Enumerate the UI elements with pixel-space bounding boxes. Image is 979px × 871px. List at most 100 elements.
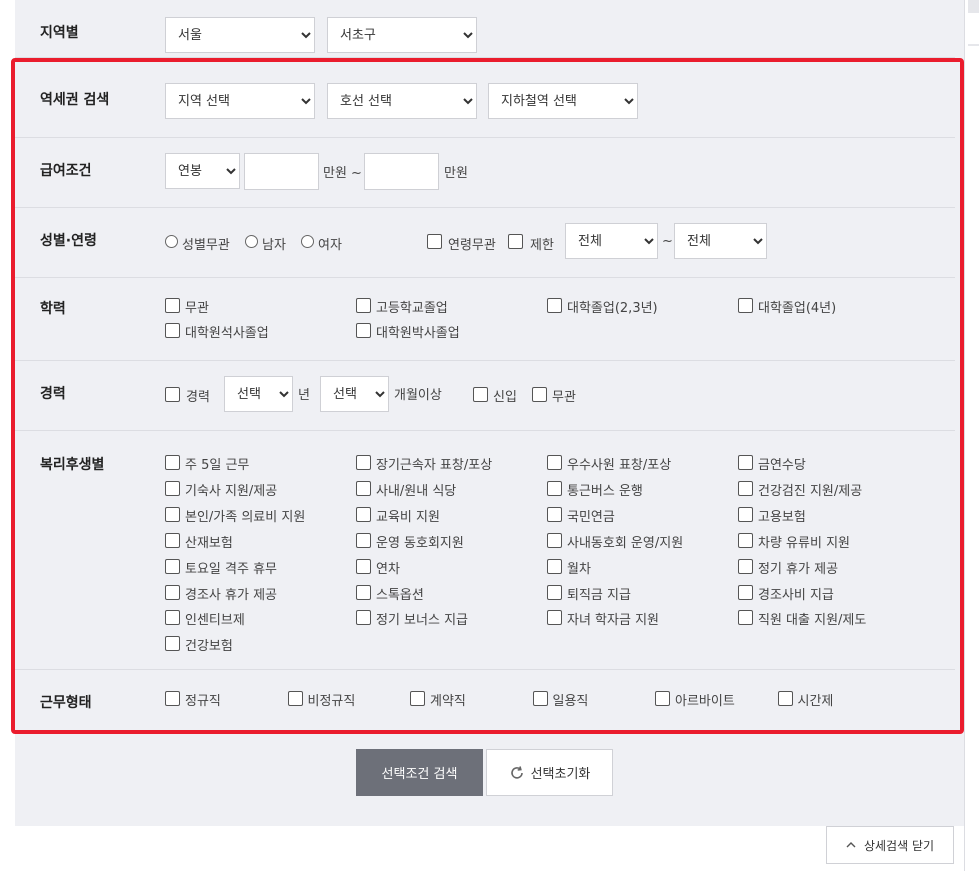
district-select[interactable]: 서초구 <box>327 17 477 53</box>
welfare-checkbox[interactable] <box>165 584 180 600</box>
welfare-option-label: 본인/가족 의료비 지원 <box>185 509 306 525</box>
edu-doctor-checkbox[interactable] <box>356 323 371 338</box>
welfare-checkbox[interactable] <box>738 610 753 626</box>
welfare-checkbox[interactable] <box>738 480 753 496</box>
welfare-checkbox[interactable] <box>738 455 753 470</box>
age-limit-label: 제한 <box>530 238 554 253</box>
refresh-icon <box>510 765 523 779</box>
edu-any-label: 무관 <box>185 301 209 316</box>
station-region-select[interactable]: 지역 선택 <box>165 83 315 119</box>
welfare-option-label: 경조사비 지급 <box>758 587 834 603</box>
welfare-checkbox[interactable] <box>547 480 562 496</box>
welfare-option-label: 사내동호회 운영/지원 <box>567 535 684 551</box>
station-label: 역세권 검색 <box>40 92 110 108</box>
welfare-checkbox[interactable] <box>356 558 371 574</box>
welfare-option-label: 고용보험 <box>758 509 806 525</box>
welfare-checkbox[interactable] <box>356 480 371 496</box>
work-type-checkbox[interactable] <box>532 691 548 706</box>
search-button[interactable]: 선택조건 검색 <box>356 749 483 796</box>
chevron-up-icon <box>846 842 856 848</box>
welfare-checkbox[interactable] <box>547 506 562 522</box>
work-type-option-label: 시간제 <box>797 694 834 709</box>
age-to-select[interactable]: 전체 <box>674 223 767 259</box>
welfare-checkbox[interactable] <box>547 455 562 470</box>
edu-master-checkbox[interactable] <box>165 323 180 338</box>
career-months-select[interactable]: 선택 <box>320 376 389 412</box>
welfare-checkbox[interactable] <box>165 558 180 574</box>
close-detail-search-button[interactable]: 상세검색 닫기 <box>826 826 954 864</box>
welfare-option-label: 차량 유류비 지원 <box>758 535 850 551</box>
welfare-option-label: 운영 동호회지원 <box>376 535 464 551</box>
salary-min-input[interactable] <box>244 153 319 190</box>
welfare-option-label: 건강보험 <box>185 639 233 655</box>
newbie-checkbox[interactable] <box>473 387 488 402</box>
career-years-select[interactable]: 선택 <box>224 376 293 412</box>
welfare-checkbox[interactable] <box>547 610 562 626</box>
welfare-checkbox[interactable] <box>738 506 753 522</box>
welfare-checkbox[interactable] <box>738 558 753 574</box>
edge-fragment <box>968 44 979 46</box>
welfare-checkbox[interactable] <box>165 455 180 470</box>
work-type-label: 근무형태 <box>40 695 92 711</box>
work-type-checkbox[interactable] <box>655 691 670 706</box>
salary-unit-from: 만원 ~ <box>323 166 362 181</box>
newbie-label: 신입 <box>493 390 517 405</box>
welfare-checkbox[interactable] <box>547 584 562 600</box>
education-row: 학력 <box>15 278 955 361</box>
career-check-label: 경력 <box>186 390 210 405</box>
scroll-divider <box>964 0 965 871</box>
subway-line-select[interactable]: 호선 선택 <box>327 83 477 119</box>
career-checkbox[interactable] <box>165 387 180 402</box>
edu-highschool-checkbox[interactable] <box>356 298 371 313</box>
gender-male-label: 남자 <box>262 238 286 253</box>
work-type-checkbox[interactable] <box>777 691 793 706</box>
welfare-checkbox[interactable] <box>165 480 180 496</box>
welfare-checkbox[interactable] <box>738 532 753 548</box>
welfare-checkbox[interactable] <box>356 455 371 470</box>
gender-male-radio[interactable] <box>245 235 258 248</box>
welfare-option-label: 산재보험 <box>185 535 233 551</box>
welfare-option-label: 통근버스 운행 <box>567 483 643 499</box>
welfare-option-label: 인센티브제 <box>185 613 245 629</box>
subway-station-select[interactable]: 지하철역 선택 <box>488 83 638 119</box>
edu-doctor-label: 대학원박사졸업 <box>376 326 460 341</box>
welfare-checkbox[interactable] <box>356 506 371 522</box>
work-type-checkbox[interactable] <box>410 691 425 706</box>
welfare-option-label: 토요일 격주 휴무 <box>185 561 277 577</box>
salary-max-input[interactable] <box>364 153 439 190</box>
welfare-checkbox[interactable] <box>356 610 371 626</box>
age-limit-checkbox[interactable] <box>508 234 523 249</box>
career-any-checkbox[interactable] <box>532 387 547 402</box>
welfare-checkbox[interactable] <box>547 532 562 548</box>
welfare-checkbox[interactable] <box>356 532 371 548</box>
reset-button[interactable]: 선택초기화 <box>486 749 613 796</box>
region-row: 지역별 <box>15 0 955 58</box>
work-type-checkbox[interactable] <box>287 691 303 706</box>
welfare-checkbox[interactable] <box>165 610 180 626</box>
welfare-option-label: 연차 <box>376 561 400 577</box>
welfare-checkbox[interactable] <box>165 532 180 548</box>
edu-university-checkbox[interactable] <box>738 298 753 313</box>
edu-college-checkbox[interactable] <box>547 298 562 313</box>
welfare-checkbox[interactable] <box>165 506 180 522</box>
age-any-checkbox[interactable] <box>427 234 442 249</box>
station-row: 역세권 검색 <box>15 58 955 138</box>
welfare-option-label: 교육비 지원 <box>376 509 440 525</box>
age-from-select[interactable]: 전체 <box>565 223 658 259</box>
edu-any-checkbox[interactable] <box>165 298 180 313</box>
work-type-checkbox[interactable] <box>165 691 180 706</box>
career-label: 경력 <box>40 386 66 402</box>
work-type-option-label: 계약직 <box>430 694 466 709</box>
welfare-checkbox[interactable] <box>738 584 753 600</box>
welfare-checkbox[interactable] <box>356 584 371 600</box>
gender-any-label: 성별무관 <box>182 238 230 253</box>
city-select[interactable]: 서울 <box>165 17 315 53</box>
gender-any-radio[interactable] <box>165 235 178 248</box>
gender-female-radio[interactable] <box>301 235 314 248</box>
welfare-checkbox[interactable] <box>547 558 562 574</box>
salary-type-select[interactable]: 연봉 <box>165 153 240 189</box>
welfare-option-label: 정기 보너스 지급 <box>376 613 468 629</box>
welfare-checkbox[interactable] <box>165 636 180 652</box>
education-label: 학력 <box>40 301 66 317</box>
age-separator: ~ <box>662 234 673 249</box>
